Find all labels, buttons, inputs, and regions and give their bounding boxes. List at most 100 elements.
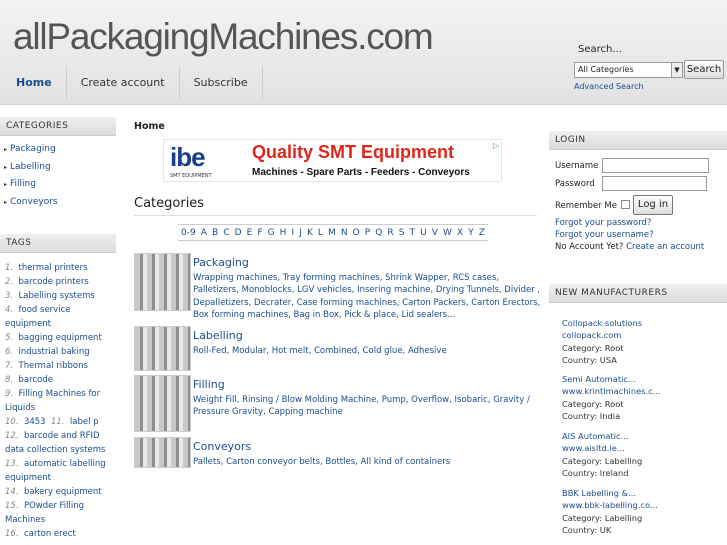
tag-link[interactable]: food service equipment: [5, 305, 70, 329]
list-item: ▸ Labelling: [4, 162, 58, 180]
tag-link[interactable]: Thermal ribbons: [19, 361, 88, 371]
sidebar-item-filling[interactable]: Filling: [10, 179, 36, 189]
manufacturer-name[interactable]: Collopack solutions: [562, 318, 642, 328]
category-title[interactable]: Packaging: [193, 256, 249, 269]
advanced-search-link[interactable]: Advanced Search: [574, 82, 644, 91]
nav-home[interactable]: Home: [2, 66, 67, 99]
sidebar-item-labelling[interactable]: Labelling: [10, 162, 51, 172]
category-image[interactable]: [134, 326, 191, 371]
tag-link[interactable]: carton erect: [24, 529, 76, 539]
site-logo[interactable]: allPackagingMachines.com: [13, 16, 434, 58]
category-subcategories[interactable]: Weight Fill, Rinsing / Blow Molding Mach…: [193, 394, 543, 419]
username-label: Username: [555, 161, 599, 171]
forgot-username-link[interactable]: Forgot your username?: [555, 230, 654, 240]
alpha-link[interactable]: M: [328, 228, 336, 238]
category-image[interactable]: [134, 253, 191, 311]
alpha-link[interactable]: A: [201, 228, 207, 238]
alpha-link[interactable]: B: [212, 228, 218, 238]
manufacturer-country: Country: UK: [562, 524, 612, 535]
manufacturer-site[interactable]: www.aisltd.ie...: [562, 443, 625, 453]
create-account-link[interactable]: Create an account: [626, 242, 704, 252]
header: allPackagingMachines.com Search... All C…: [0, 0, 727, 105]
tag-link[interactable]: bagging equipment: [19, 333, 102, 343]
ad-headline: Quality SMT Equipment: [252, 142, 455, 162]
password-label: Password: [555, 179, 595, 189]
remember-me-checkbox[interactable]: [621, 200, 630, 209]
alpha-link[interactable]: L: [318, 228, 323, 238]
category-image[interactable]: [134, 375, 191, 432]
forgot-password-link[interactable]: Forgot your password?: [555, 218, 651, 228]
category-title[interactable]: Filling: [193, 378, 225, 391]
no-account-text: No Account Yet? Create an account: [555, 242, 705, 252]
manufacturer-site[interactable]: www.bbk-labelling.co...: [562, 500, 658, 510]
tag-link[interactable]: industrial baking: [19, 347, 90, 357]
manufacturer-country: Country: USA: [562, 354, 617, 365]
alpha-link[interactable]: C: [223, 228, 229, 238]
tag-link[interactable]: thermal printers: [19, 263, 88, 273]
category-title[interactable]: Labelling: [193, 329, 243, 342]
search-button[interactable]: Search: [684, 60, 724, 79]
manufacturer-category: Category: Labelling: [562, 455, 643, 466]
alpha-link[interactable]: I: [292, 228, 295, 238]
alpha-link[interactable]: Q: [375, 228, 382, 238]
triangle-right-icon: ▸: [4, 198, 8, 206]
manufacturer-country: Country: Ireland: [562, 467, 629, 478]
tag-link[interactable]: barcode and RFID data collection systems: [5, 431, 106, 455]
alpha-link[interactable]: E: [247, 228, 253, 238]
sidebar-item-conveyors[interactable]: Conveyors: [10, 197, 58, 207]
manufacturer-category: Category: Root: [562, 398, 624, 409]
tag-link[interactable]: 3453: [24, 417, 46, 427]
tag-link[interactable]: barcode: [19, 375, 53, 385]
alpha-link[interactable]: T: [410, 228, 416, 238]
category-image[interactable]: [134, 437, 191, 468]
category-subcategories[interactable]: Pallets, Carton conveyor belts, Bottles,…: [193, 456, 543, 468]
manufacturer-site[interactable]: www.krintlmachines.c...: [562, 386, 661, 396]
alpha-link[interactable]: 0-9: [181, 228, 196, 238]
ad-subline: Machines - Spare Parts - Feeders - Conve…: [252, 167, 470, 178]
category-title[interactable]: Conveyors: [193, 440, 251, 453]
nav-subscribe[interactable]: Subscribe: [180, 66, 263, 99]
ad-banner[interactable]: ibe SMT EQUIPMENT Quality SMT Equipment …: [163, 139, 502, 182]
alpha-link[interactable]: U: [420, 228, 427, 238]
alpha-link[interactable]: K: [307, 228, 313, 238]
category-subcategories[interactable]: Roll-Fed, Modular, Hot melt, Combined, C…: [193, 345, 543, 357]
alpha-link[interactable]: N: [341, 228, 348, 238]
login-button[interactable]: Log in: [633, 195, 673, 215]
alpha-link[interactable]: W: [443, 228, 452, 238]
page-title: Categories: [134, 196, 205, 211]
breadcrumb[interactable]: Home: [134, 121, 165, 132]
username-input[interactable]: [602, 158, 709, 173]
alpha-link[interactable]: J: [299, 228, 302, 238]
manufacturer-site[interactable]: collopack.com: [562, 330, 621, 340]
alpha-link[interactable]: H: [280, 228, 287, 238]
tag-link[interactable]: Filling Machines for Liquids: [5, 389, 100, 413]
alpha-link[interactable]: G: [268, 228, 275, 238]
alpha-link[interactable]: Z: [479, 228, 485, 238]
alpha-link[interactable]: Y: [468, 228, 474, 238]
alpha-link[interactable]: P: [365, 228, 370, 238]
alpha-link[interactable]: X: [457, 228, 463, 238]
alpha-link[interactable]: F: [257, 228, 262, 238]
manufacturer-name[interactable]: AIS Automatic...: [562, 431, 629, 441]
alpha-link[interactable]: D: [235, 228, 242, 238]
list-item: ▸ Conveyors: [4, 197, 58, 215]
chevron-down-icon[interactable]: ▼: [671, 63, 682, 77]
tag-link[interactable]: automatic labelling equipment: [5, 459, 106, 483]
alpha-link[interactable]: V: [432, 228, 438, 238]
manufacturer-name[interactable]: BBK Labelling &...: [562, 488, 636, 498]
adchoices-icon[interactable]: ▷: [493, 141, 499, 150]
tag-link[interactable]: label p: [70, 417, 99, 427]
list-item: ▸ Filling: [4, 179, 58, 197]
alpha-link[interactable]: S: [399, 228, 405, 238]
sidebar-item-packaging[interactable]: Packaging: [10, 144, 56, 154]
password-input[interactable]: [602, 176, 707, 191]
tag-link[interactable]: barcode printers: [19, 277, 89, 287]
tag-link[interactable]: bakery equipment: [24, 487, 102, 497]
category-select[interactable]: All Categories ▼: [574, 62, 683, 78]
manufacturer-name[interactable]: Semi Automatic...: [562, 374, 636, 384]
alpha-link[interactable]: R: [387, 228, 393, 238]
alpha-link[interactable]: O: [353, 228, 360, 238]
nav-create-account[interactable]: Create account: [67, 66, 180, 99]
category-subcategories[interactable]: Wrapping machines, Tray forming machines…: [193, 272, 543, 321]
tag-link[interactable]: Labelling systems: [19, 291, 95, 301]
